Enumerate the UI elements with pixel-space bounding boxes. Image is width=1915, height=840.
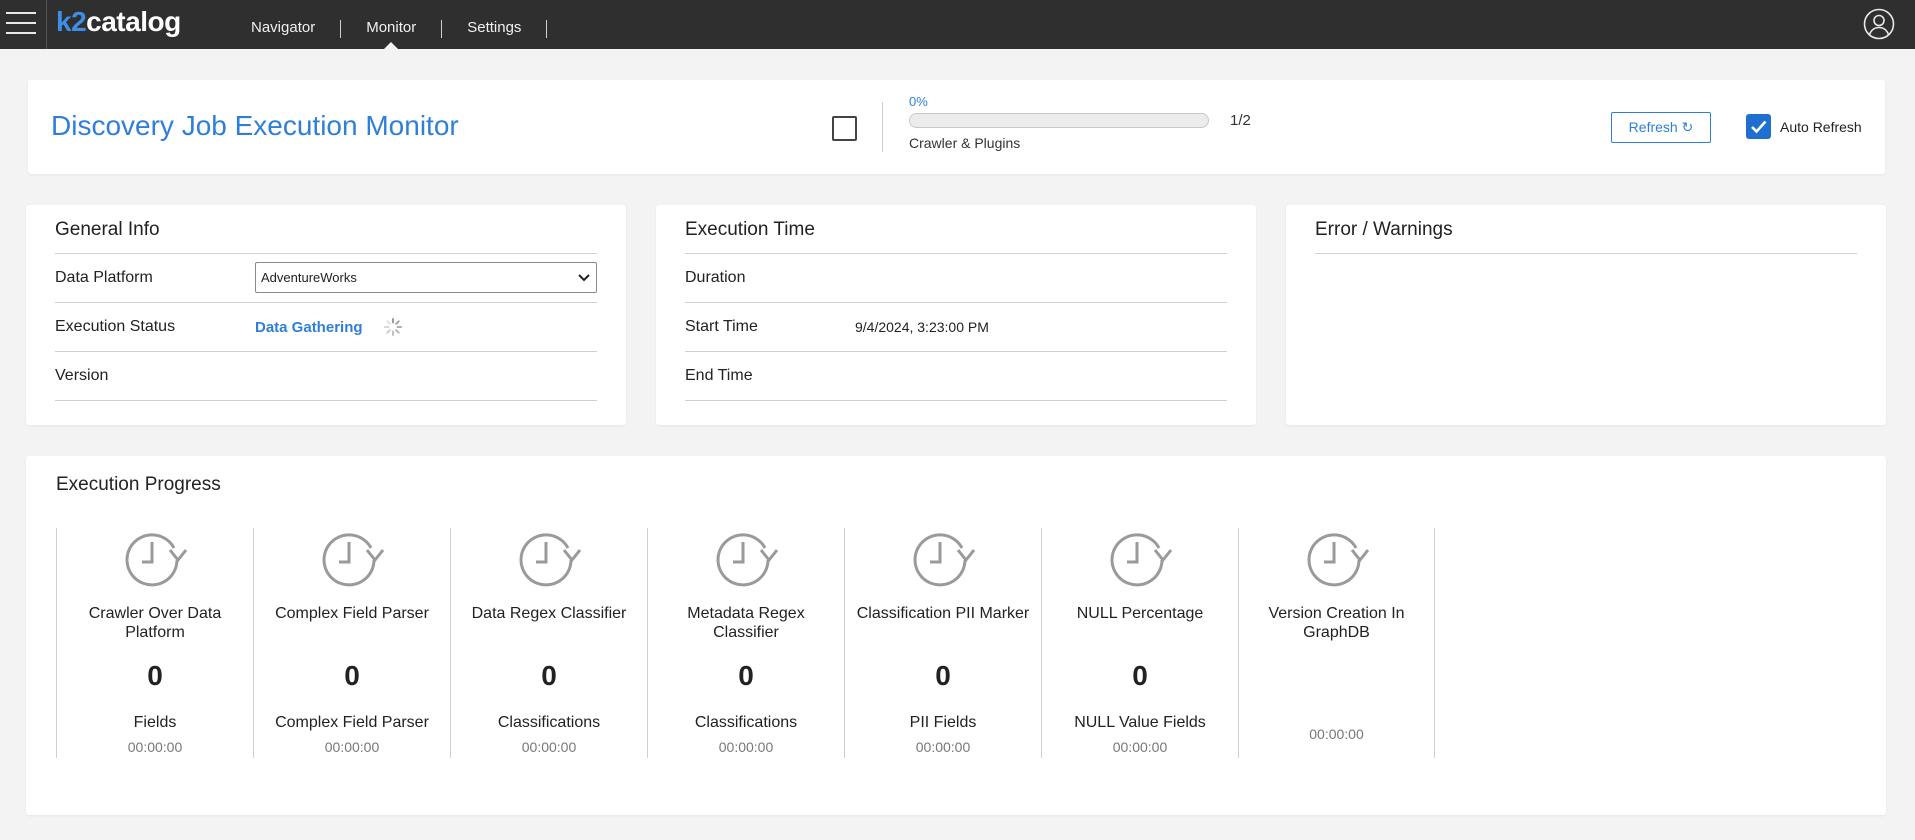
general-info-title: General Info (55, 219, 160, 240)
progress-bar (909, 113, 1209, 128)
stage-item[interactable]: Metadata Regex Classifier 0 Classificati… (647, 528, 844, 758)
user-circle-icon[interactable] (1863, 8, 1895, 40)
stage-time: 00:00:00 (324, 739, 380, 755)
stage-item[interactable]: NULL Percentage 0 NULL Value Fields 00:0… (1041, 528, 1238, 758)
stage-name: Complex Field Parser (275, 605, 429, 622)
select-checkbox[interactable] (832, 116, 857, 141)
duration-row: Duration (685, 254, 1227, 303)
app-logo[interactable]: k2catalog (56, 6, 181, 42)
data-platform-row: Data Platform AdventureWorks (55, 254, 597, 303)
stage-unit: Complex Field Parser (275, 714, 429, 731)
history-clock-icon (1110, 533, 1173, 587)
nav-settings[interactable]: Settings (442, 0, 546, 49)
data-platform-label: Data Platform (55, 269, 153, 286)
stage-unit: Fields (133, 714, 177, 731)
page-title: Discovery Job Execution Monitor (51, 110, 459, 141)
stage-count: 0 (541, 660, 557, 691)
stage-unit: NULL Value Fields (1074, 714, 1206, 731)
stage-count: 0 (935, 660, 951, 691)
stage-unit: PII Fields (909, 714, 977, 731)
errors-warnings-card: Error / Warnings (1286, 205, 1886, 425)
stage-name: Classification PII Marker (856, 605, 1030, 622)
execution-time-title: Execution Time (685, 219, 815, 240)
main-nav: Navigator Monitor Settings (226, 0, 548, 49)
execution-time-rows: Duration Start Time 9/4/2024, 3:23:00 PM… (685, 253, 1227, 401)
version-label: Version (55, 367, 109, 384)
execution-status-row: Execution Status Data Gathering (55, 303, 597, 352)
stage-list: Crawler Over Data Platform 0 Fields 00:0… (56, 528, 1435, 758)
chevron-down-icon (578, 274, 590, 282)
topbar-divider (46, 0, 47, 49)
history-clock-icon (1307, 533, 1370, 587)
auto-refresh-checkbox[interactable] (1746, 114, 1771, 139)
stage-name: Metadata Regex Classifier (687, 605, 805, 641)
stage-count: 0 (147, 660, 163, 691)
monitor-header-card: Discovery Job Execution Monitor 0% 1/2 C… (28, 80, 1885, 174)
stage-count: 0 (344, 660, 360, 691)
hamburger-icon[interactable] (6, 12, 36, 36)
data-platform-select[interactable]: AdventureWorks (255, 262, 597, 293)
auto-refresh-label: Auto Refresh (1780, 119, 1862, 135)
stage-time: 00:00:00 (127, 739, 183, 755)
stage-item[interactable]: Data Regex Classifier 0 Classifications … (450, 528, 647, 758)
stage-time: 00:00:00 (718, 739, 774, 755)
data-platform-value: AdventureWorks (261, 270, 357, 285)
stage-name: Crawler Over Data Platform (88, 605, 222, 641)
nav-separator (546, 19, 548, 38)
history-clock-icon (716, 533, 779, 587)
version-row: Version (55, 352, 597, 401)
history-clock-icon (125, 533, 188, 587)
checkmark-icon (1751, 120, 1767, 134)
stage-time: 00:00:00 (915, 739, 971, 755)
stage-time: 00:00:00 (1309, 726, 1364, 742)
progress-percent: 0% (909, 94, 928, 109)
history-clock-icon (322, 533, 385, 587)
stage-item[interactable]: Complex Field Parser 0 Complex Field Par… (253, 528, 450, 758)
stage-name: NULL Percentage (1076, 605, 1204, 622)
execution-progress-title: Execution Progress (56, 474, 221, 495)
stage-time: 00:00:00 (521, 739, 577, 755)
stage-unit: Classifications (694, 714, 798, 731)
general-info-card: General Info Data Platform AdventureWork… (26, 205, 626, 425)
end-time-row: End Time (685, 352, 1227, 401)
stage-name: Version Creation In GraphDB (1268, 605, 1405, 641)
header-divider (882, 102, 883, 152)
errors-warnings-title: Error / Warnings (1315, 219, 1453, 240)
history-clock-icon (913, 533, 976, 587)
spinner-icon (384, 318, 402, 336)
general-info-rows: Data Platform AdventureWorks Execution S… (55, 253, 597, 401)
stage-item[interactable]: Version Creation In GraphDB 00:00:00 (1238, 528, 1435, 758)
progress-stage-label: Crawler & Plugins (909, 135, 1021, 151)
errors-divider (1315, 253, 1857, 254)
start-time-row: Start Time 9/4/2024, 3:23:00 PM (685, 303, 1227, 352)
stage-count: 0 (738, 660, 754, 691)
history-clock-icon (519, 533, 582, 587)
duration-label: Duration (685, 269, 746, 286)
nav-monitor[interactable]: Monitor (341, 0, 441, 49)
stage-time: 00:00:00 (1112, 739, 1168, 755)
execution-progress-card: Execution Progress Crawler Over Data Pla… (26, 456, 1886, 815)
execution-time-card: Execution Time Duration Start Time 9/4/2… (656, 205, 1256, 425)
stage-unit: Classifications (497, 714, 601, 731)
stage-count: 0 (1132, 660, 1148, 691)
stage-item[interactable]: Crawler Over Data Platform 0 Fields 00:0… (56, 528, 253, 758)
refresh-button[interactable]: Refresh ↻ (1611, 112, 1711, 143)
end-time-label: End Time (685, 367, 753, 384)
nav-navigator[interactable]: Navigator (226, 0, 340, 49)
execution-status-label: Execution Status (55, 318, 176, 335)
start-time-value: 9/4/2024, 3:23:00 PM (855, 319, 989, 335)
top-bar: k2catalog Navigator Monitor Settings (0, 0, 1915, 49)
start-time-label: Start Time (685, 318, 758, 335)
stage-item[interactable]: Classification PII Marker 0 PII Fields 0… (844, 528, 1041, 758)
progress-count: 1/2 (1230, 112, 1251, 129)
stage-name: Data Regex Classifier (471, 605, 627, 622)
execution-status-value: Data Gathering (255, 319, 363, 336)
